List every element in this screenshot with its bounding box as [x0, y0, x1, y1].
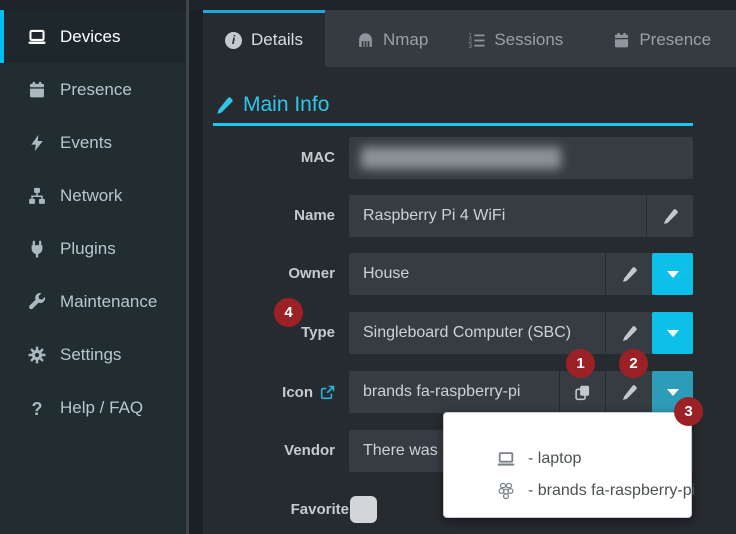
- info-circle-icon: i: [225, 32, 242, 49]
- step-badge-4: 4: [274, 298, 303, 327]
- pencil-icon: [215, 96, 234, 115]
- list-ol-icon: 123: [468, 32, 485, 49]
- tab-presence[interactable]: Presence: [593, 10, 731, 67]
- sidebar-item-plugins[interactable]: Plugins: [0, 222, 186, 275]
- icon-label: Icon: [203, 371, 335, 413]
- sidebar-item-label: Plugins: [60, 239, 116, 259]
- favorite-label: Favorite: [217, 496, 349, 523]
- sitemap-icon: [28, 187, 46, 205]
- bolt-icon: [28, 134, 46, 152]
- pencil-icon: [621, 325, 638, 342]
- sidebar-edge: [186, 0, 189, 534]
- tab-label: Details: [251, 30, 303, 50]
- tab-sessions[interactable]: 123 Sessions: [448, 10, 583, 67]
- external-link-icon[interactable]: [320, 385, 335, 400]
- owner-dropdown-button[interactable]: [652, 253, 693, 295]
- type-dropdown-button[interactable]: [652, 312, 693, 354]
- mac-redacted-value: [361, 147, 561, 169]
- type-edit-button[interactable]: [605, 312, 652, 354]
- owner-label: Owner: [203, 253, 335, 295]
- owner-input[interactable]: House: [349, 253, 605, 295]
- tab-label: Sessions: [494, 30, 563, 50]
- pencil-icon: [621, 266, 638, 283]
- step-badge-3: 3: [674, 397, 703, 426]
- section-header: Main Info: [215, 93, 329, 117]
- tab-bar: i Details Nmap 123 Sessions Presence Eve…: [203, 10, 736, 67]
- field-row-name: Name Raspberry Pi 4 WiFi: [203, 195, 693, 237]
- sidebar-item-label: Settings: [60, 345, 121, 365]
- tab-label: Nmap: [383, 30, 428, 50]
- section-underline: [213, 123, 693, 126]
- vendor-label: Vendor: [203, 430, 335, 472]
- favorite-checkbox[interactable]: [350, 496, 377, 523]
- sidebar-item-label: Maintenance: [60, 292, 157, 312]
- sidebar-item-label: Events: [60, 133, 112, 153]
- sidebar-item-help[interactable]: ? Help / FAQ: [0, 381, 186, 434]
- gear-icon: [28, 346, 46, 364]
- caret-down-icon: [667, 271, 679, 278]
- top-strip: [0, 0, 736, 10]
- section-title: Main Info: [243, 93, 329, 117]
- sidebar-item-devices[interactable]: Devices: [0, 10, 186, 63]
- wrench-icon: [28, 293, 46, 311]
- sidebar-item-settings[interactable]: Settings: [0, 328, 186, 381]
- name-label: Name: [203, 195, 335, 237]
- name-input[interactable]: Raspberry Pi 4 WiFi: [349, 195, 646, 237]
- type-input[interactable]: Singleboard Computer (SBC): [349, 312, 605, 354]
- details-panel: Main Info MAC Name Raspberry Pi 4 WiFi O…: [203, 67, 736, 534]
- calendar-icon: [28, 81, 46, 99]
- caret-down-icon: [667, 389, 679, 396]
- field-row-owner: Owner House: [203, 253, 693, 295]
- sidebar-item-label: Devices: [60, 27, 120, 47]
- calendar-icon: [613, 32, 630, 49]
- raspberry-pi-icon: [497, 482, 515, 500]
- mac-field: [349, 137, 693, 179]
- tab-label: Presence: [639, 30, 711, 50]
- dropdown-item-laptop[interactable]: - laptop: [444, 443, 691, 475]
- sidebar-item-events[interactable]: Events: [0, 116, 186, 169]
- laptop-icon: [28, 28, 46, 46]
- tab-details[interactable]: i Details: [203, 10, 325, 67]
- tab-nmap[interactable]: Nmap: [337, 10, 448, 67]
- step-badge-1: 1: [566, 349, 595, 378]
- caret-down-icon: [667, 330, 679, 337]
- field-row-icon: Icon brands fa-raspberry-pi: [203, 371, 693, 413]
- name-edit-button[interactable]: [646, 195, 693, 237]
- dropdown-item-label: - laptop: [528, 450, 581, 468]
- svg-text:3: 3: [469, 42, 473, 48]
- icon-dropdown-menu: - laptop - brands fa-raspberry-pi: [443, 412, 692, 518]
- question-icon: ?: [28, 399, 46, 417]
- sidebar: Devices Presence Events Network Plugins …: [0, 10, 186, 534]
- step-badge-2: 2: [619, 349, 648, 378]
- sidebar-item-presence[interactable]: Presence: [0, 63, 186, 116]
- sidebar-item-maintenance[interactable]: Maintenance: [0, 275, 186, 328]
- sidebar-item-network[interactable]: Network: [0, 169, 186, 222]
- sidebar-item-label: Network: [60, 186, 122, 206]
- pencil-icon: [662, 208, 679, 225]
- icon-input[interactable]: brands fa-raspberry-pi: [349, 371, 559, 413]
- mac-label: MAC: [203, 137, 335, 179]
- type-label: Type: [203, 312, 335, 354]
- owner-edit-button[interactable]: [605, 253, 652, 295]
- dropdown-item-raspberry-pi[interactable]: - brands fa-raspberry-pi: [444, 475, 691, 507]
- laptop-icon: [497, 450, 515, 468]
- dropdown-item-label: - brands fa-raspberry-pi: [528, 482, 695, 500]
- field-row-mac: MAC: [203, 137, 693, 179]
- sidebar-item-label: Help / FAQ: [60, 398, 143, 418]
- pencil-icon: [621, 384, 638, 401]
- sidebar-item-label: Presence: [60, 80, 132, 100]
- plug-icon: [28, 240, 46, 258]
- bank-icon: [357, 32, 374, 49]
- copy-icon: [574, 384, 591, 401]
